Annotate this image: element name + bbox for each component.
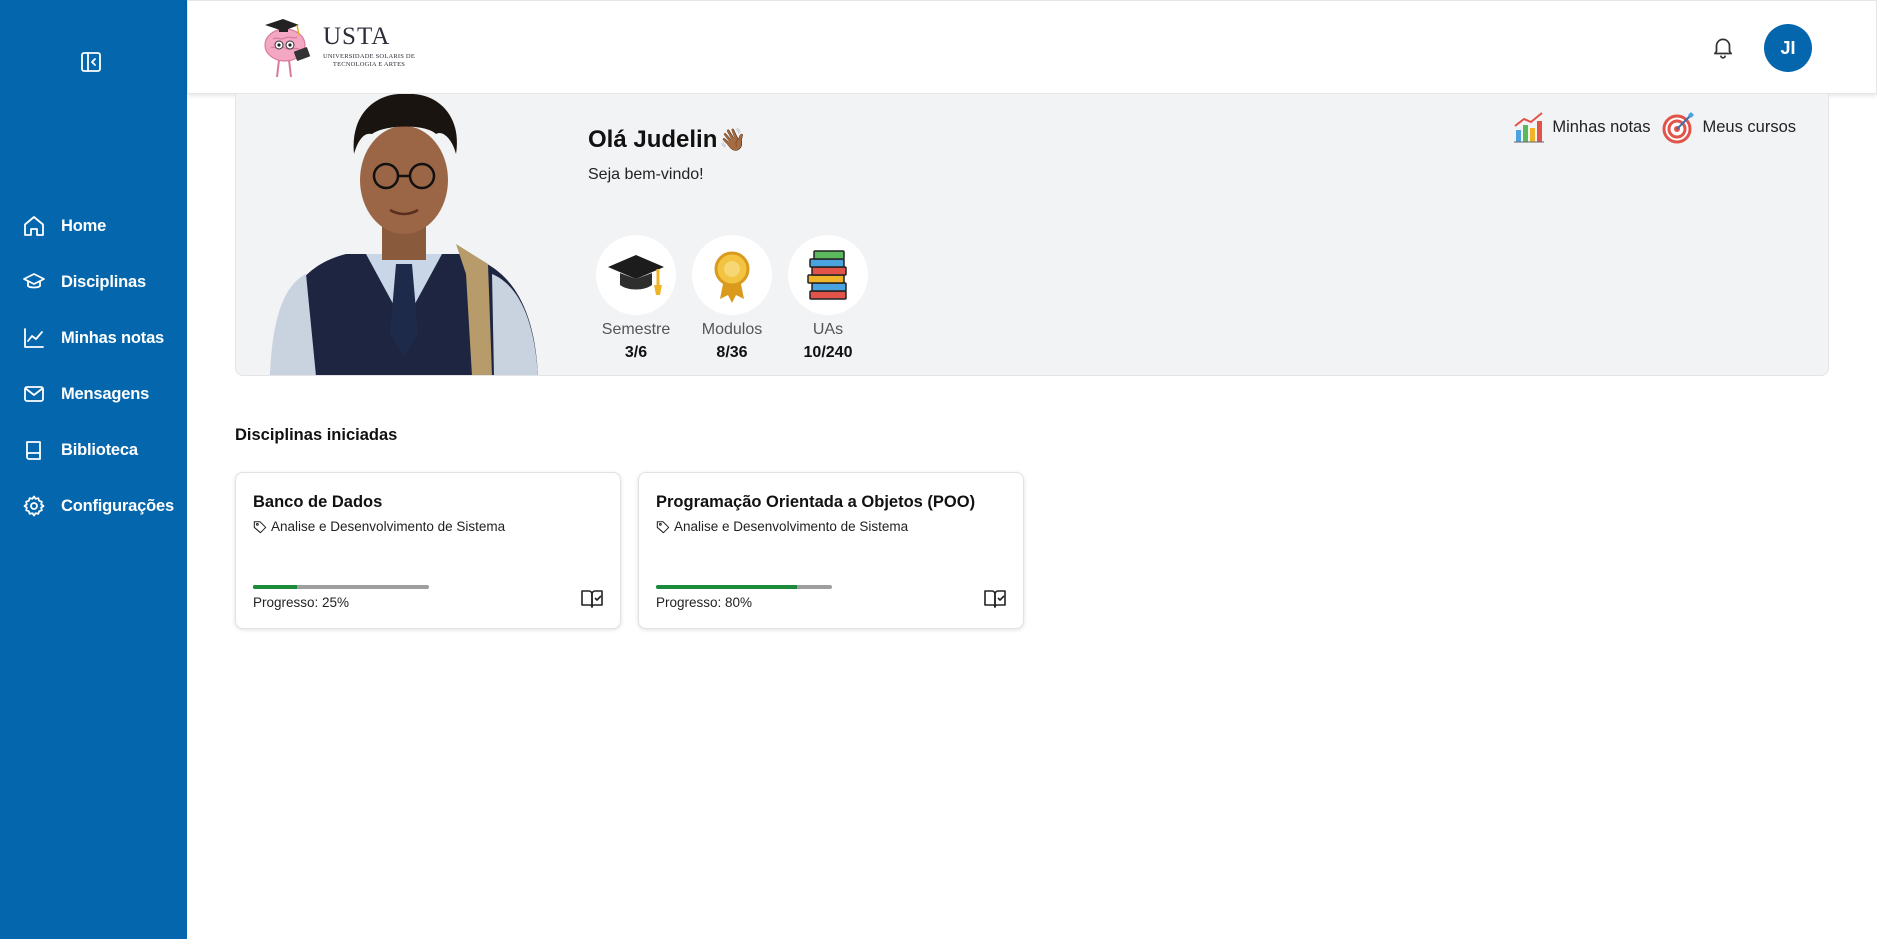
card-tag-label: Analise e Desenvolvimento de Sistema — [271, 519, 506, 534]
card-tag-label: Analise e Desenvolvimento de Sistema — [674, 519, 909, 534]
sidebar-item-label: Home — [61, 216, 107, 235]
card-tag: Analise e Desenvolvimento de Sistema — [253, 519, 505, 534]
progress-bar — [656, 585, 832, 589]
stat-value: 8/36 — [716, 344, 748, 361]
wave-icon: 👋🏾 — [719, 127, 747, 152]
books-icon — [807, 250, 847, 300]
usta-logo[interactable]: USTA Universidade Solaris de Tecnologia … — [259, 15, 419, 81]
greeting-text: Olá Judelin — [588, 126, 718, 153]
stat-icon-circle — [596, 235, 676, 315]
sidebar-item-label: Biblioteca — [61, 440, 138, 459]
progress-fill — [253, 585, 297, 589]
card-title: Banco de Dados — [253, 493, 383, 511]
quick-link-minhas-notas[interactable]: Minhas notas — [1512, 110, 1650, 144]
tag-icon — [656, 520, 670, 533]
logo-subtitle: Universidade Solaris de Tecnologia e Art… — [323, 53, 415, 68]
section-title-disciplinas-iniciadas: Disciplinas iniciadas — [235, 426, 398, 444]
progress-label: Progresso: 80% — [656, 595, 753, 610]
sidebar-item-minhas-notas[interactable]: Minhas notas — [0, 310, 187, 366]
bell-icon[interactable] — [1710, 34, 1736, 60]
quick-link-label: Meus cursos — [1702, 117, 1796, 136]
graduation-cap-icon — [23, 273, 45, 289]
mail-icon — [24, 386, 44, 402]
line-chart-icon — [24, 328, 44, 348]
sidebar-collapse-icon[interactable] — [79, 50, 103, 74]
stat-value: 3/6 — [624, 344, 648, 361]
brain-mascot-icon — [264, 19, 311, 78]
graduation-cap-icon — [608, 255, 664, 295]
card-title: Programação Orientada a Objetos (POO) — [656, 493, 976, 511]
sidebar-item-label: Disciplinas — [61, 272, 146, 291]
medal-icon — [714, 251, 750, 303]
progress-bar — [253, 585, 429, 589]
top-header: USTA Universidade Solaris de Tecnologia … — [187, 0, 1877, 94]
student-photo — [270, 94, 538, 375]
quick-links: Minhas notas Meus cursos — [1500, 110, 1796, 144]
sidebar: Home Disciplinas Minhas notas Mensagens … — [0, 0, 187, 939]
stat-semestre: Semestre 3/6 — [588, 235, 684, 362]
sidebar-item-disciplinas[interactable]: Disciplinas — [0, 254, 187, 310]
discipline-card[interactable]: Programação Orientada a Objetos (POO) An… — [638, 472, 1024, 629]
sidebar-item-label: Mensagens — [61, 384, 150, 403]
sidebar-item-home[interactable]: Home — [0, 198, 187, 254]
progress-label: Progresso: 25% — [253, 595, 350, 610]
discipline-cards: Banco de Dados Analise e Desenvolvimento… — [235, 472, 1041, 629]
welcome-panel: Olá Judelin 👋🏾 Seja bem-vindo! Semestre … — [235, 94, 1829, 376]
sidebar-item-label: Minhas notas — [61, 328, 165, 347]
book-check-icon[interactable] — [983, 587, 1007, 611]
stat-value: 10/240 — [803, 344, 853, 361]
stat-icon-circle — [692, 235, 772, 315]
discipline-card[interactable]: Banco de Dados Analise e Desenvolvimento… — [235, 472, 621, 629]
quick-link-label: Minhas notas — [1552, 117, 1651, 136]
sidebar-item-biblioteca[interactable]: Biblioteca — [0, 422, 187, 478]
book-icon — [26, 441, 41, 460]
greeting: Olá Judelin 👋🏾 — [588, 126, 747, 154]
bar-chart-icon — [1514, 112, 1545, 143]
stat-icon-circle — [788, 235, 868, 315]
stat-label: UAs — [812, 321, 844, 338]
stats-row: Semestre 3/6 Modulos 8/36 UAs 10/240 — [588, 235, 876, 362]
stat-label: Semestre — [601, 321, 671, 338]
sidebar-nav: Home Disciplinas Minhas notas Mensagens … — [0, 198, 187, 534]
stat-modulos: Modulos 8/36 — [684, 235, 780, 362]
stat-label: Modulos — [701, 321, 763, 338]
sidebar-item-configuracoes[interactable]: Configurações — [0, 478, 187, 534]
progress-fill — [656, 585, 797, 589]
sidebar-item-mensagens[interactable]: Mensagens — [0, 366, 187, 422]
welcome-subtitle: Seja bem-vindo! — [588, 166, 704, 183]
book-check-icon[interactable] — [580, 587, 604, 611]
quick-link-meus-cursos[interactable]: Meus cursos — [1662, 110, 1796, 144]
target-icon — [1662, 112, 1695, 144]
logo-title: USTA — [323, 23, 391, 50]
user-avatar[interactable]: JI — [1764, 24, 1812, 72]
card-tag: Analise e Desenvolvimento de Sistema — [656, 519, 908, 534]
stat-uas: UAs 10/240 — [780, 235, 876, 362]
sidebar-item-label: Configurações — [61, 496, 174, 515]
gear-icon — [23, 495, 45, 517]
home-icon — [24, 216, 44, 236]
tag-icon — [253, 520, 267, 533]
